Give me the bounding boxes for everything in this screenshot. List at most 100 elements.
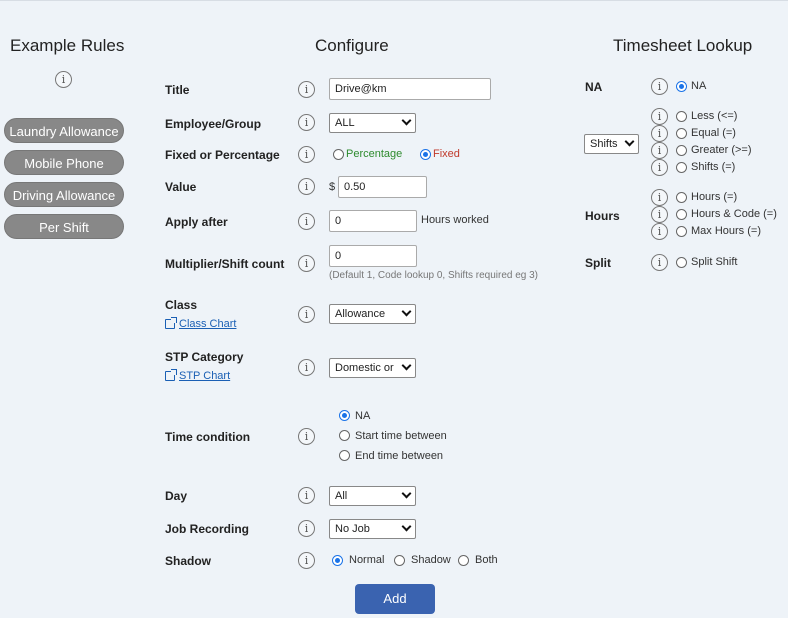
shifts-select[interactable]: Shifts	[584, 134, 639, 154]
stp-category-info-icon[interactable]: i	[298, 359, 315, 376]
chevron-down-icon	[401, 488, 412, 499]
lookup-na-info-icon[interactable]: i	[651, 78, 668, 95]
time-condition-info-icon[interactable]: i	[298, 428, 315, 445]
employee-group-select[interactable]: ALL	[329, 113, 416, 133]
time-condition-label: Time condition	[165, 430, 251, 444]
hours-info-icon[interactable]: i	[651, 189, 668, 206]
stp-category-select[interactable]: Domestic or	[329, 358, 416, 378]
split-label: Split	[585, 256, 611, 270]
split-info-icon[interactable]: i	[651, 254, 668, 271]
value-input[interactable]: 0.50	[338, 176, 427, 198]
class-value: Allowance	[335, 308, 386, 320]
class-select[interactable]: Allowance	[329, 304, 416, 324]
value-info-icon[interactable]: i	[298, 178, 315, 195]
hours-code-info-icon[interactable]: i	[651, 206, 668, 223]
end-time-between-radio[interactable]	[339, 450, 350, 461]
multiplier-info-icon[interactable]: i	[298, 255, 315, 272]
multiplier-input[interactable]: 0	[329, 245, 417, 267]
employee-group-value: ALL	[335, 117, 355, 129]
start-time-between-radio[interactable]	[339, 430, 350, 441]
shifts-equal-radio[interactable]	[676, 162, 687, 173]
max-hours-label: Max Hours (=)	[691, 225, 761, 237]
fixed-or-percentage-label: Fixed or Percentage	[165, 148, 280, 162]
job-recording-select[interactable]: No Job	[329, 519, 416, 539]
less-radio[interactable]	[676, 111, 687, 122]
apply-after-label: Apply after	[165, 215, 228, 229]
shadow-both-label: Both	[475, 554, 498, 566]
chevron-down-icon	[401, 360, 412, 371]
title-input[interactable]: Drive@km	[329, 78, 491, 100]
example-rules-heading: Example Rules	[10, 36, 125, 55]
time-na-radio[interactable]	[339, 410, 350, 421]
shadow-both-radio[interactable]	[458, 555, 469, 566]
currency-prefix: $	[329, 181, 336, 193]
shadow-shadow-radio[interactable]	[394, 555, 405, 566]
percentage-radio-label: Percentage	[346, 148, 403, 160]
shifts-select-value: Shifts	[590, 138, 618, 150]
shifts-equal-info-icon[interactable]: i	[651, 159, 668, 176]
chevron-down-icon	[624, 136, 635, 147]
external-link-icon[interactable]	[165, 369, 177, 381]
split-shift-radio[interactable]	[676, 257, 687, 268]
hours-worked-suffix: Hours worked	[421, 214, 489, 226]
hours-label: Hours	[585, 209, 620, 223]
class-label: Class	[165, 298, 198, 312]
day-info-icon[interactable]: i	[298, 487, 315, 504]
example-rules-info-icon[interactable]: i	[55, 71, 72, 88]
chevron-down-icon	[401, 306, 412, 317]
lookup-na-label: NA	[585, 80, 603, 94]
multiplier-label: Multiplier/Shift count	[165, 257, 285, 271]
title-info-icon[interactable]: i	[298, 81, 315, 98]
timesheet-lookup-heading: Timesheet Lookup	[613, 36, 753, 55]
rule-mobile-phone-button[interactable]: Mobile Phone	[4, 150, 124, 175]
rule-laundry-allowance-button[interactable]: Laundry Allowance	[4, 118, 124, 143]
shifts-equal-label: Shifts (=)	[691, 161, 736, 173]
employee-group-info-icon[interactable]: i	[298, 114, 315, 131]
class-chart-link[interactable]: Class Chart	[179, 318, 236, 330]
chevron-down-icon	[401, 115, 412, 126]
shadow-normal-label: Normal	[349, 554, 385, 566]
add-button[interactable]: Add	[355, 584, 435, 614]
fixed-or-percentage-info-icon[interactable]: i	[298, 146, 315, 163]
lookup-na-option-label: NA	[691, 80, 707, 92]
lookup-na-radio[interactable]	[676, 81, 687, 92]
split-shift-label: Split Shift	[691, 256, 738, 268]
employee-group-label: Employee/Group	[165, 117, 262, 131]
apply-after-info-icon[interactable]: i	[298, 213, 315, 230]
max-hours-radio[interactable]	[676, 226, 687, 237]
day-label: Day	[165, 489, 188, 503]
multiplier-hint: (Default 1, Code lookup 0, Shifts requir…	[329, 270, 539, 281]
percentage-radio[interactable]	[333, 149, 344, 160]
shadow-info-icon[interactable]: i	[298, 552, 315, 569]
less-info-icon[interactable]: i	[651, 108, 668, 125]
fixed-radio-label: Fixed	[433, 148, 460, 160]
rule-driving-allowance-button[interactable]: Driving Allowance	[4, 182, 124, 207]
max-hours-info-icon[interactable]: i	[651, 223, 668, 240]
external-link-icon[interactable]	[165, 317, 177, 329]
class-info-icon[interactable]: i	[298, 306, 315, 323]
greater-info-icon[interactable]: i	[651, 142, 668, 159]
apply-after-input[interactable]: 0	[329, 210, 417, 232]
day-value: All	[335, 490, 348, 502]
equal-radio[interactable]	[676, 128, 687, 139]
fixed-radio[interactable]	[420, 149, 431, 160]
hours-radio[interactable]	[676, 192, 687, 203]
job-recording-info-icon[interactable]: i	[298, 520, 315, 537]
hours-code-radio[interactable]	[676, 209, 687, 220]
stp-chart-link[interactable]: STP Chart	[179, 370, 230, 382]
value-label: Value	[165, 180, 197, 194]
configure-heading: Configure	[315, 36, 389, 55]
time-na-label: NA	[355, 410, 371, 422]
start-time-between-label: Start time between	[355, 430, 447, 442]
shadow-label: Shadow	[165, 554, 212, 568]
equal-info-icon[interactable]: i	[651, 125, 668, 142]
less-label: Less (<=)	[691, 110, 738, 122]
hours-option-label: Hours (=)	[691, 191, 738, 203]
stp-category-value: Domestic or	[335, 362, 394, 374]
day-select[interactable]: All	[329, 486, 416, 506]
greater-radio[interactable]	[676, 145, 687, 156]
rule-per-shift-button[interactable]: Per Shift	[4, 214, 124, 239]
shadow-normal-radio[interactable]	[332, 555, 343, 566]
hours-code-label: Hours & Code (=)	[691, 208, 777, 220]
shadow-shadow-label: Shadow	[411, 554, 451, 566]
